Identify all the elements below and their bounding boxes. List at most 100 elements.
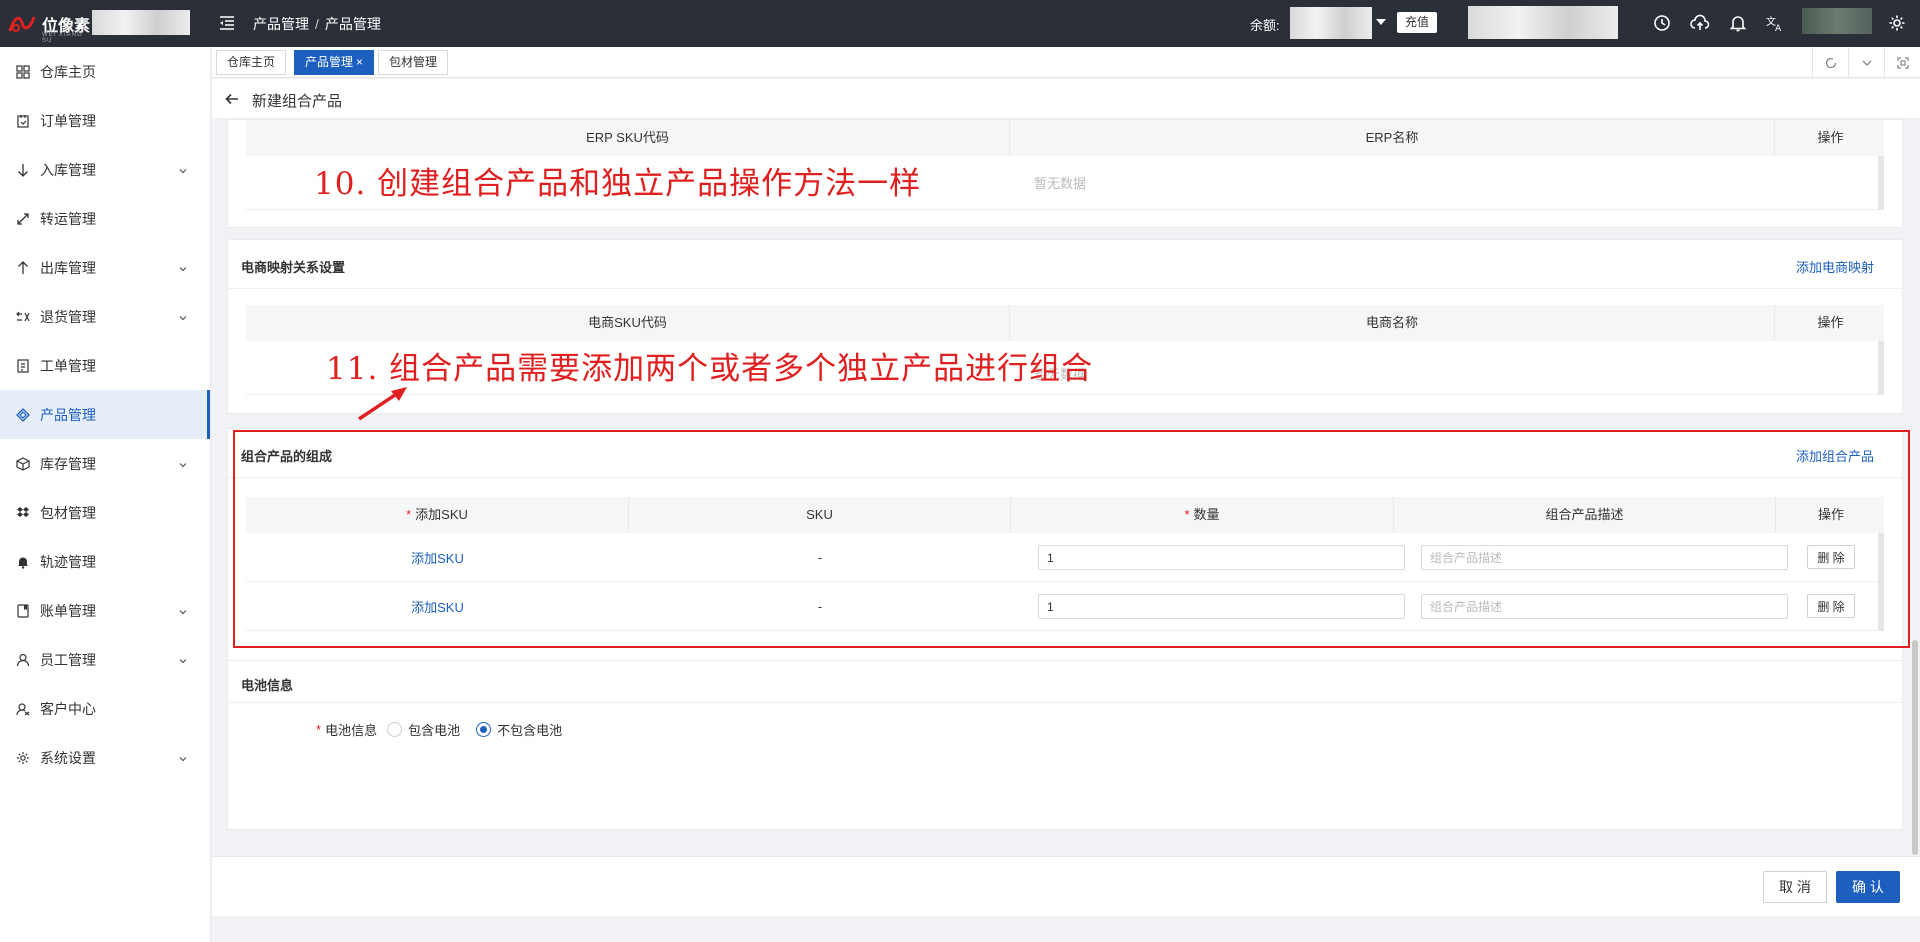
sidebar-item[interactable]: 订单管理 — [0, 96, 210, 145]
user-avatar[interactable] — [1802, 8, 1872, 34]
radio-include-battery[interactable]: 包含电池 — [387, 720, 460, 739]
sidebar-item[interactable]: 转运管理 — [0, 194, 210, 243]
table-scrollbar[interactable] — [1878, 533, 1884, 631]
back-arrow-icon[interactable] — [224, 91, 240, 107]
combo-description-input[interactable] — [1421, 594, 1788, 619]
column-header: 操作 — [1817, 315, 1844, 330]
sidebar-item-label: 退货管理 — [40, 308, 96, 325]
confirm-button[interactable]: 确 认 — [1836, 871, 1900, 903]
breadcrumb-item[interactable]: 产品管理 — [253, 16, 309, 32]
sidebar-item-label: 员工管理 — [40, 651, 96, 668]
column-header: ERP名称 — [1010, 120, 1775, 156]
sidebar-item[interactable]: 退货管理 — [0, 292, 210, 341]
add-sku-link[interactable]: 添加SKU — [411, 548, 464, 567]
order-icon — [16, 114, 30, 128]
product-icon — [16, 407, 30, 422]
column-header: 组合产品描述 — [1394, 497, 1776, 533]
radio-circle-selected[interactable] — [476, 722, 492, 737]
chevron-down-icon[interactable] — [1848, 47, 1884, 78]
logo-mark-icon — [8, 13, 38, 35]
sidebar-item[interactable]: 员工管理 — [0, 635, 210, 684]
tab-packaging-management[interactable]: 包材管理 — [378, 50, 449, 75]
column-header-label: 添加SKU — [415, 507, 468, 522]
divider — [228, 288, 1902, 289]
logo-subtext: WEI XIANG SU — [42, 32, 83, 44]
ecom-table-header: 电商SKU代码 电商名称 操作 — [246, 305, 1884, 341]
sidebar-item[interactable]: 系统设置 — [0, 733, 210, 782]
balance-label: 余额: — [1250, 18, 1280, 33]
sidebar-item-label: 账单管理 — [40, 602, 96, 619]
fullscreen-icon[interactable] — [1884, 47, 1920, 78]
menu-fold-icon[interactable] — [218, 14, 236, 32]
quantity-input[interactable] — [1038, 594, 1405, 619]
sidebar-item[interactable]: 客户中心 — [0, 684, 210, 733]
return-icon — [16, 310, 30, 324]
sidebar-item-label: 库存管理 — [40, 455, 96, 472]
section-title: 组合产品的组成 — [241, 449, 333, 464]
page-title: 新建组合产品 — [252, 93, 343, 110]
sidebar-item-label: 转运管理 — [40, 210, 96, 227]
sidebar-item[interactable]: 轨迹管理 — [0, 537, 210, 586]
recharge-button[interactable]: 充值 — [1397, 12, 1437, 33]
annotation-step-11: 11. 组合产品需要添加两个或者多个独立产品进行组合 — [326, 351, 1094, 387]
sidebar-item[interactable]: 包材管理 — [0, 488, 210, 537]
sidebar-item[interactable]: 仓库主页 — [0, 47, 210, 96]
page-scrollbar[interactable] — [1912, 640, 1918, 855]
bell-icon[interactable] — [1728, 13, 1748, 33]
chevron-down-icon[interactable] — [178, 310, 188, 321]
sidebar-item-label: 轨迹管理 — [40, 553, 96, 570]
sidebar-item[interactable]: 入库管理 — [0, 145, 210, 194]
settings-gear-icon[interactable] — [1887, 13, 1907, 33]
chevron-down-icon[interactable] — [178, 457, 188, 468]
top-navbar: 位像素 WEI XIANG SU 产品管理 / 产品管理 余额: 充值 文A — [0, 0, 1920, 47]
cancel-button[interactable]: 取 消 — [1763, 871, 1827, 903]
tab-close-icon[interactable]: × — [356, 55, 363, 69]
delete-row-button[interactable]: 删 除 — [1807, 545, 1855, 569]
sidebar-item-label: 包材管理 — [40, 504, 96, 521]
annotation-step-10: 10. 创建组合产品和独立产品操作方法一样 — [314, 166, 922, 202]
breadcrumb-item: 产品管理 — [324, 16, 381, 32]
chevron-down-icon[interactable] — [178, 653, 188, 664]
chevron-down-icon[interactable] — [178, 751, 188, 762]
radio-circle[interactable] — [387, 722, 403, 737]
chevron-down-icon[interactable] — [178, 261, 188, 272]
empty-text: 暂无数据 — [1034, 176, 1087, 191]
column-header: ERP SKU代码 — [246, 120, 1010, 156]
dropbox-icon — [16, 506, 30, 520]
combo-description-input[interactable] — [1421, 545, 1788, 570]
chevron-down-icon[interactable] — [178, 604, 188, 615]
table-scrollbar[interactable] — [1878, 156, 1884, 210]
battery-field: * 电池信息 包含电池 不包含电池 — [316, 720, 562, 739]
tab-label: 包材管理 — [389, 55, 438, 69]
cloud-upload-icon[interactable] — [1690, 13, 1710, 33]
refresh-icon[interactable] — [1812, 47, 1848, 78]
sidebar-item[interactable]: 出库管理 — [0, 243, 210, 292]
delete-row-button[interactable]: 删 除 — [1807, 594, 1855, 618]
sidebar-item[interactable]: 工单管理 — [0, 341, 210, 390]
brand-logo[interactable]: 位像素 WEI XIANG SU — [8, 10, 90, 44]
required-mark: * — [406, 507, 412, 522]
translate-icon[interactable]: 文A — [1765, 13, 1785, 34]
battery-field-label: 电池信息 — [325, 723, 378, 738]
redacted-account — [1468, 6, 1618, 39]
add-sku-link[interactable]: 添加SKU — [411, 597, 464, 616]
column-header-add-sku: * 添加SKU — [246, 497, 629, 533]
divider — [228, 477, 1902, 478]
tab-warehouse-home[interactable]: 仓库主页 — [216, 50, 287, 75]
radio-exclude-battery[interactable]: 不包含电池 — [476, 720, 562, 739]
sidebar-item[interactable]: 账单管理 — [0, 586, 210, 635]
sidebar-item[interactable]: 库存管理 — [0, 439, 210, 488]
add-combo-product-link[interactable]: 添加组合产品 — [1796, 446, 1874, 465]
add-ecom-mapping-link[interactable]: 添加电商映射 — [1796, 257, 1874, 276]
breadcrumb: 产品管理 / 产品管理 — [253, 14, 381, 34]
history-icon[interactable] — [1652, 13, 1672, 33]
sidebar-item-label: 工单管理 — [40, 357, 96, 374]
tab-product-management[interactable]: 产品管理 × — [294, 50, 375, 75]
sidebar-item[interactable]: 产品管理 — [0, 390, 210, 439]
annotation-arrow-icon — [358, 387, 407, 421]
quantity-input[interactable] — [1038, 545, 1405, 570]
balance-dropdown-icon[interactable] — [1376, 19, 1386, 25]
sidebar-item-label: 产品管理 — [40, 406, 96, 423]
table-scrollbar[interactable] — [1878, 341, 1884, 395]
chevron-down-icon[interactable] — [178, 163, 188, 174]
